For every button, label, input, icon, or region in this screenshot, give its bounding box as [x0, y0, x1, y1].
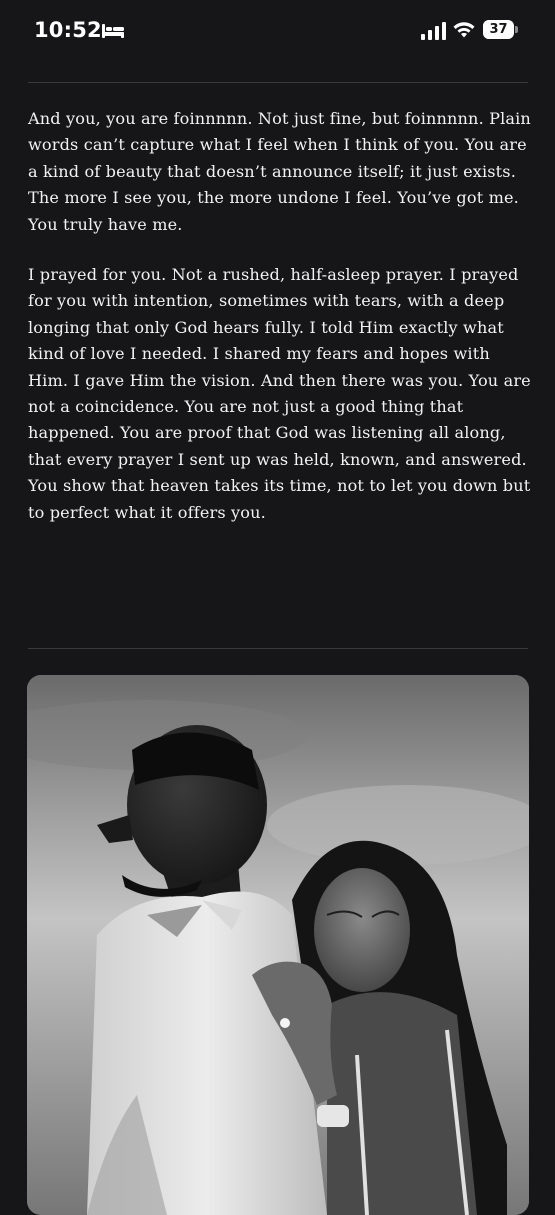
battery-icon: 37 [483, 20, 519, 39]
signal-icon [421, 22, 446, 40]
status-time: 10:52 [34, 18, 102, 42]
article-paragraph: I prayed for you. Not a rushed, half-asl… [28, 265, 531, 522]
bed-icon [102, 24, 124, 38]
status-bar: 10:52 37 [0, 0, 555, 64]
article-body: And you, you are foinnnnn. Not just fine… [28, 106, 533, 526]
photo-illustration [27, 675, 529, 1215]
divider-middle [28, 648, 528, 649]
article-photo[interactable] [27, 675, 529, 1215]
wifi-icon [453, 22, 475, 38]
battery-percent: 37 [489, 22, 508, 37]
divider-top [28, 82, 528, 83]
battery-cap [515, 26, 518, 33]
article-paragraph: And you, you are foinnnnn. Not just fine… [28, 109, 531, 234]
